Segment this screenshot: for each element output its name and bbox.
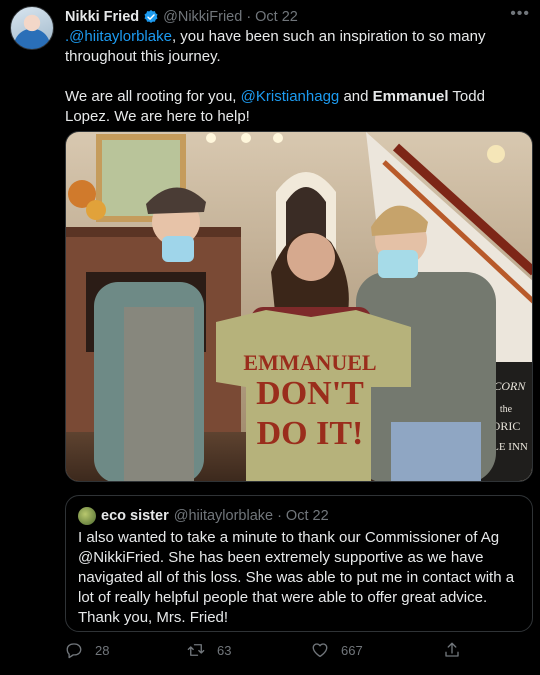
shirt-text-line1: EMMANUEL	[243, 350, 376, 375]
shirt-text-line3: DO IT!	[257, 415, 364, 452]
shirt-text-line2: DON'T	[256, 375, 364, 412]
retweet-button[interactable]: 63	[187, 641, 231, 659]
quoted-avatar[interactable]	[78, 507, 96, 525]
tweet-text-part: We are all rooting for you,	[65, 88, 241, 105]
more-options-icon[interactable]: •••	[510, 6, 530, 22]
tweet[interactable]: Nikki Fried @NikkiFried · Oct 22 ••• .@h…	[0, 0, 540, 675]
quoted-tweet[interactable]: eco sister @hiitaylorblake · Oct 22 I al…	[65, 495, 533, 632]
quoted-author-handle[interactable]: @hiitaylorblake	[174, 508, 273, 524]
mention-link[interactable]: @Kristianhagg	[241, 88, 340, 105]
quoted-tweet-date[interactable]: Oct 22	[286, 508, 329, 524]
reply-icon	[66, 643, 82, 659]
heart-icon	[312, 643, 328, 658]
tweet-actions: 28 63 667	[65, 641, 533, 665]
tweet-text-bold: Emmanuel	[372, 88, 449, 105]
quoted-author-name[interactable]: eco sister	[101, 508, 169, 524]
reply-button[interactable]: 28	[65, 641, 109, 659]
tweet-photo[interactable]: LCORN the ORIC OLE INN EMMANUEL DON'T DO…	[65, 131, 533, 482]
like-count: 667	[341, 642, 363, 658]
like-button[interactable]: 667	[311, 641, 363, 659]
tweet-text: .@hiitaylorblake, you have been such an …	[65, 27, 533, 127]
mention-link[interactable]: .@hiitaylorblake	[65, 28, 172, 45]
avatar[interactable]	[10, 6, 54, 50]
tweet-text-part: and	[339, 88, 373, 105]
retweet-icon	[187, 644, 205, 656]
photo-illustration: LCORN the ORIC OLE INN EMMANUEL DON'T DO…	[66, 132, 532, 481]
tweet-date[interactable]: Oct 22	[255, 9, 298, 25]
separator-dot: ·	[277, 508, 282, 524]
quoted-tweet-header: eco sister @hiitaylorblake · Oct 22	[78, 507, 329, 525]
share-button[interactable]	[443, 641, 473, 659]
share-icon	[445, 642, 459, 657]
retweet-count: 63	[217, 642, 232, 658]
separator-dot: ·	[246, 9, 252, 25]
svg-text:the: the	[500, 404, 513, 415]
quoted-tweet-text: I also wanted to take a minute to thank …	[78, 529, 515, 626]
tweet-header: Nikki Fried @NikkiFried · Oct 22 •••	[65, 6, 530, 27]
verified-badge-icon	[143, 9, 159, 25]
reply-count: 28	[95, 642, 110, 658]
author-name[interactable]: Nikki Fried	[65, 9, 139, 25]
author-handle[interactable]: @NikkiFried	[163, 9, 242, 25]
